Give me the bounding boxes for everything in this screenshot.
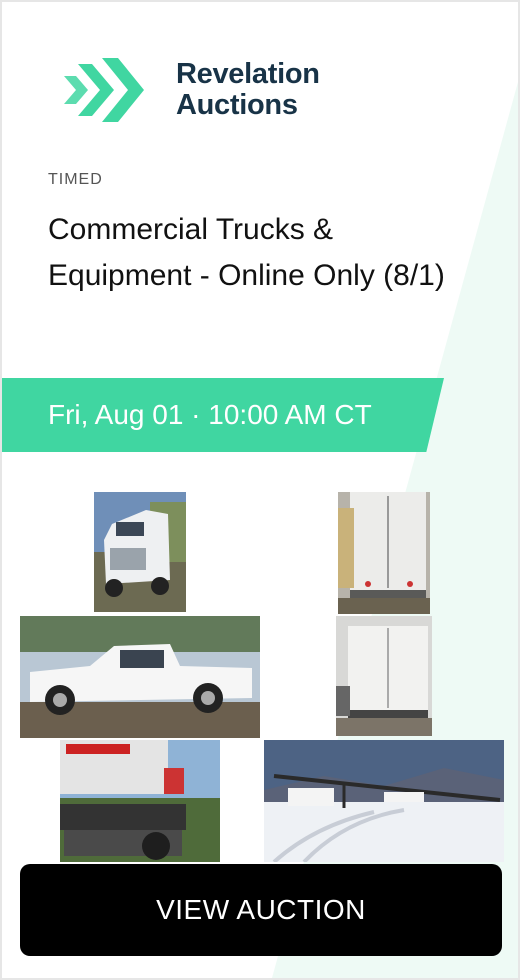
brand-name-line2: Auctions <box>176 89 298 121</box>
car-hauler-snow-photo <box>264 740 504 862</box>
gallery-thumbnail[interactable] <box>94 492 186 612</box>
view-auction-button[interactable]: VIEW AUCTION <box>20 864 502 956</box>
semi-truck-photo <box>94 492 186 612</box>
flatbed-truck-photo <box>60 740 220 862</box>
gallery-thumbnail[interactable] <box>264 740 504 862</box>
gallery-thumbnail[interactable] <box>20 616 260 738</box>
gallery-thumbnail[interactable] <box>336 616 432 736</box>
auction-date: Fri, Aug 01 · 10:00 AM CT <box>48 399 372 430</box>
pickup-truck-photo <box>20 616 260 738</box>
brand-name: Revelation Auctions <box>176 59 320 121</box>
date-banner: Fri, Aug 01 · 10:00 AM CT <box>2 378 444 452</box>
auction-type-label: TIMED <box>48 171 103 188</box>
brand-logo: Revelation Auctions <box>62 52 320 128</box>
auction-card[interactable]: Revelation Auctions TIMED Commercial Tru… <box>0 0 520 980</box>
auction-title[interactable]: Commercial Trucks & Equipment - Online O… <box>48 207 468 299</box>
revelation-logo-icon <box>64 58 144 122</box>
box-trailer-rear-photo <box>338 492 430 614</box>
box-trailer-photo <box>336 616 432 736</box>
gallery-thumbnail[interactable] <box>338 492 430 614</box>
brand-name-line1: Revelation <box>176 58 320 90</box>
gallery-thumbnail[interactable] <box>60 740 220 862</box>
